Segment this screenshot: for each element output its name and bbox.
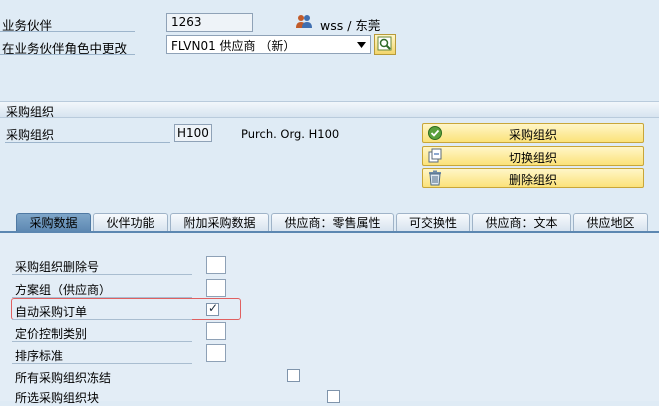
section-title: 采购组织 — [6, 105, 55, 119]
magnifier-icon — [377, 36, 392, 51]
org-field[interactable]: H100 — [174, 124, 212, 142]
section-header — [0, 101, 659, 118]
tab-additional-purchasing-data[interactable]: 附加采购数据 — [170, 213, 269, 232]
role-dropdown[interactable]: FLVN01 供应商 （新） — [166, 35, 371, 54]
checkbox-pricing-control[interactable] — [206, 322, 226, 340]
role-dropdown-value: FLVN01 供应商 （新） — [171, 39, 296, 53]
tab-purchasing-data[interactable]: 采购数据 — [16, 213, 91, 232]
org-label: 采购组织 — [6, 128, 55, 142]
checkbox-sort-criterion[interactable] — [206, 344, 226, 362]
switch-org-button-label: 切换组织 — [508, 151, 557, 165]
checkbox-auto-po[interactable]: ✓ — [206, 301, 219, 316]
checkbox-selected-org-block[interactable] — [327, 390, 340, 403]
org-description: Purch. Org. H100 — [241, 127, 340, 141]
row-underline — [12, 274, 192, 275]
row-label-auto-po: 自动采购订单 — [15, 305, 88, 319]
row-label-scheme-group: 方案组（供应商） — [15, 283, 112, 297]
role-search-button[interactable] — [374, 34, 396, 55]
checkbox-deletion-flag[interactable] — [206, 256, 226, 274]
row-label-all-orgs-blocked: 所有采购组织冻结 — [15, 371, 112, 385]
tab-interchangeability[interactable]: 可交换性 — [396, 213, 470, 232]
delete-org-button[interactable]: 删除组织 — [422, 168, 644, 188]
row-underline — [12, 341, 192, 342]
row-label-pricing-control: 定价控制类别 — [15, 327, 88, 341]
role-label-underline — [0, 54, 135, 55]
checkbox-scheme-group[interactable] — [206, 279, 226, 297]
chevron-down-icon — [357, 42, 366, 48]
tab-supply-region[interactable]: 供应地区 — [573, 213, 648, 232]
partner-field[interactable]: 1263 — [166, 13, 253, 32]
row-underline — [12, 319, 192, 320]
tab-vendor-retail-attributes[interactable]: 供应商：零售属性 — [271, 213, 394, 232]
purch-org-button-label: 采购组织 — [508, 128, 557, 142]
row-label-deletion-flag: 采购组织删除号 — [15, 260, 100, 274]
tab-partner-functions[interactable]: 伙伴功能 — [93, 213, 168, 232]
user-text: wss / 东莞 — [320, 18, 381, 33]
purch-org-button[interactable]: 采购组织 — [422, 123, 644, 143]
partner-label-underline — [0, 31, 135, 32]
tab-vendor-text[interactable]: 供应商：文本 — [472, 213, 571, 232]
row-underline — [12, 363, 192, 364]
delete-org-button-label: 删除组织 — [508, 173, 557, 187]
users-icon — [296, 15, 312, 28]
row-label-sort-criterion: 排序标准 — [15, 349, 64, 363]
switch-org-button[interactable]: 切换组织 — [422, 146, 644, 166]
checkbox-all-orgs-blocked[interactable] — [287, 369, 300, 382]
org-label-underline — [5, 142, 170, 143]
checkmark-icon: ✓ — [208, 301, 219, 315]
row-label-selected-org-block: 所选采购组织块 — [15, 391, 100, 405]
